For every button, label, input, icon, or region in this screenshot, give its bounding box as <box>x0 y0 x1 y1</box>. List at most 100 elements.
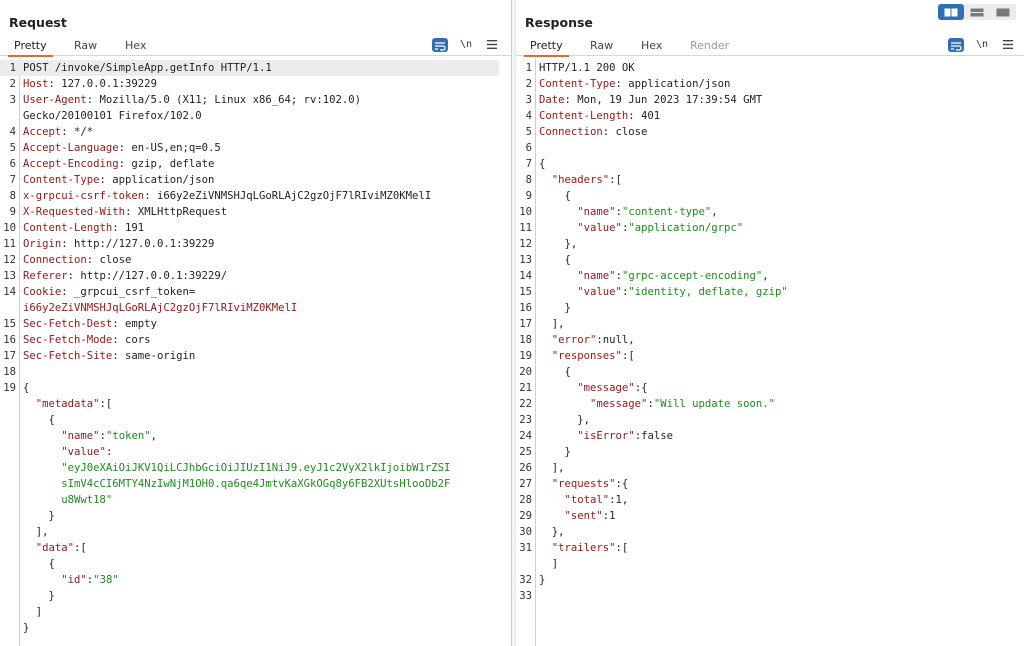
line-code: sImV4cCI6MTY4NzIwNjM1OH0.qa6qe4JmtvKaXGk… <box>23 476 450 492</box>
code-text: ], <box>23 526 49 538</box>
line-code: "metadata":[ <box>23 396 113 412</box>
code-key: Origin <box>23 238 62 250</box>
code-key: X-Requested-With <box>23 206 126 218</box>
code-text: { <box>539 366 571 378</box>
line-code: "requests":{ <box>539 476 629 492</box>
line-number: 8 <box>525 174 532 186</box>
response-code-line: 23 }, <box>516 412 1024 428</box>
response-editor[interactable]: 1 HTTP/1.1 200 OK 2 Content-Type: applicati… <box>516 58 1024 646</box>
line-code: "trailers":[ <box>539 540 629 556</box>
response-newline-toggle[interactable]: \n <box>974 37 990 52</box>
line-code: "id":"38" <box>23 572 119 588</box>
code-key: Accept <box>23 126 62 138</box>
line-number: 18 <box>3 366 16 378</box>
response-code-line: 30 }, <box>516 524 1024 540</box>
line-number: 7 <box>9 174 16 186</box>
response-code-line: ] <box>516 556 1024 572</box>
request-code-line: "id":"38" <box>0 572 511 588</box>
line-number: 13 <box>519 254 532 266</box>
line-number: 18 <box>519 334 532 346</box>
request-code-line: 10 Content-Length: 191 <box>0 220 511 236</box>
line-code: Content-Type: application/json <box>539 76 730 92</box>
request-tab-hex[interactable]: Hex <box>125 39 146 56</box>
request-tab-raw[interactable]: Raw <box>74 39 97 56</box>
code-string: "eyJ0eXAiOiJKV1QiLCJhbGciOiJIUzI1NiJ9.ey… <box>61 462 451 474</box>
request-code-line: 17 Sec-Fetch-Site: same-origin <box>0 348 511 364</box>
line-code: } <box>539 572 545 588</box>
request-tab-pretty[interactable]: Pretty <box>8 39 53 57</box>
response-menu-button[interactable] <box>1002 37 1014 52</box>
line-number: 4 <box>9 126 16 138</box>
response-code-line: 6 <box>516 140 1024 156</box>
wrap-lines-icon <box>948 37 964 52</box>
request-code-line: } <box>0 620 511 636</box>
response-tab-pretty[interactable]: Pretty <box>524 39 569 57</box>
line-number: 14 <box>519 270 532 282</box>
code-string: "38" <box>93 574 119 586</box>
response-code-line: 1 HTTP/1.1 200 OK <box>516 60 1024 76</box>
code-string: "token" <box>105 430 151 442</box>
code-key: "name" <box>577 206 616 218</box>
response-code-line: 18 "error":null, <box>516 332 1024 348</box>
request-code-line: "metadata":[ <box>0 396 511 412</box>
response-wrap-lines-button[interactable] <box>948 37 964 52</box>
line-code: Connection: close <box>539 124 647 140</box>
response-tab-raw[interactable]: Raw <box>590 39 613 56</box>
response-code-line: 21 "message":{ <box>516 380 1024 396</box>
code-key: "trailers" <box>551 542 616 554</box>
response-code-line: 9 { <box>516 188 1024 204</box>
line-number: 9 <box>9 206 16 218</box>
request-code-line: "eyJ0eXAiOiJKV1QiLCJhbGciOiJIUzI1NiJ9.ey… <box>0 460 511 476</box>
code-key: "name" <box>577 270 616 282</box>
request-code-line: 11 Origin: http://127.0.0.1:39229 <box>0 236 511 252</box>
request-newline-toggle[interactable]: \n <box>458 37 474 52</box>
response-title: Response <box>525 15 593 30</box>
line-code: Sec-Fetch-Dest: empty <box>23 316 157 332</box>
code-text: : close <box>86 254 132 266</box>
code-key: "metadata" <box>35 398 100 410</box>
wrap-lines-icon <box>432 37 448 52</box>
response-tab-hex[interactable]: Hex <box>641 39 662 56</box>
response-code-line: 14 "name":"grpc-accept-encoding", <box>516 268 1024 284</box>
request-menu-button[interactable] <box>486 37 498 52</box>
code-text: : close <box>602 126 648 138</box>
code-key: "total" <box>564 494 610 506</box>
code-key: "isError" <box>577 430 635 442</box>
code-text: , <box>150 430 157 442</box>
line-number: 2 <box>9 78 16 90</box>
response-code-line: 27 "requests":{ <box>516 476 1024 492</box>
request-code-line: "name":"token", <box>0 428 511 444</box>
line-code: Content-Length: 191 <box>23 220 144 236</box>
code-text: : Mon, 19 Jun 2023 17:39:54 GMT <box>564 94 763 106</box>
response-code-line: 24 "isError":false <box>516 428 1024 444</box>
code-key: Content-Length <box>23 222 113 234</box>
code-key: "headers" <box>551 174 610 186</box>
line-code: } <box>23 620 29 636</box>
code-text: :[ <box>609 174 622 186</box>
request-code-line: 6 Accept-Encoding: gzip, deflate <box>0 156 511 172</box>
code-string: "application/grpc" <box>628 222 744 234</box>
code-key: "name" <box>61 430 100 442</box>
line-number: 1 <box>9 62 16 74</box>
response-code-line: 7{ <box>516 156 1024 172</box>
line-number: 8 <box>9 190 16 202</box>
line-number: 16 <box>519 302 532 314</box>
request-wrap-lines-button[interactable] <box>432 37 448 52</box>
code-text: { <box>539 190 571 202</box>
response-tab-render[interactable]: Render <box>690 39 729 56</box>
request-code-line: "data":[ <box>0 540 511 556</box>
line-code: "sent":1 <box>539 508 616 524</box>
line-number: 26 <box>519 462 532 474</box>
code-text: ], <box>539 318 565 330</box>
request-editor[interactable]: 1 POST /invoke/SimpleApp.getInfo HTTP/1.1… <box>0 58 511 646</box>
code-text: :[ <box>99 398 113 410</box>
code-text: } <box>539 574 546 586</box>
line-code: ], <box>539 316 565 332</box>
line-number: 27 <box>519 478 532 490</box>
response-code-line: 13 { <box>516 252 1024 268</box>
code-text: , <box>762 270 769 282</box>
code-text: { <box>23 558 55 570</box>
code-key: Referer <box>23 270 68 282</box>
